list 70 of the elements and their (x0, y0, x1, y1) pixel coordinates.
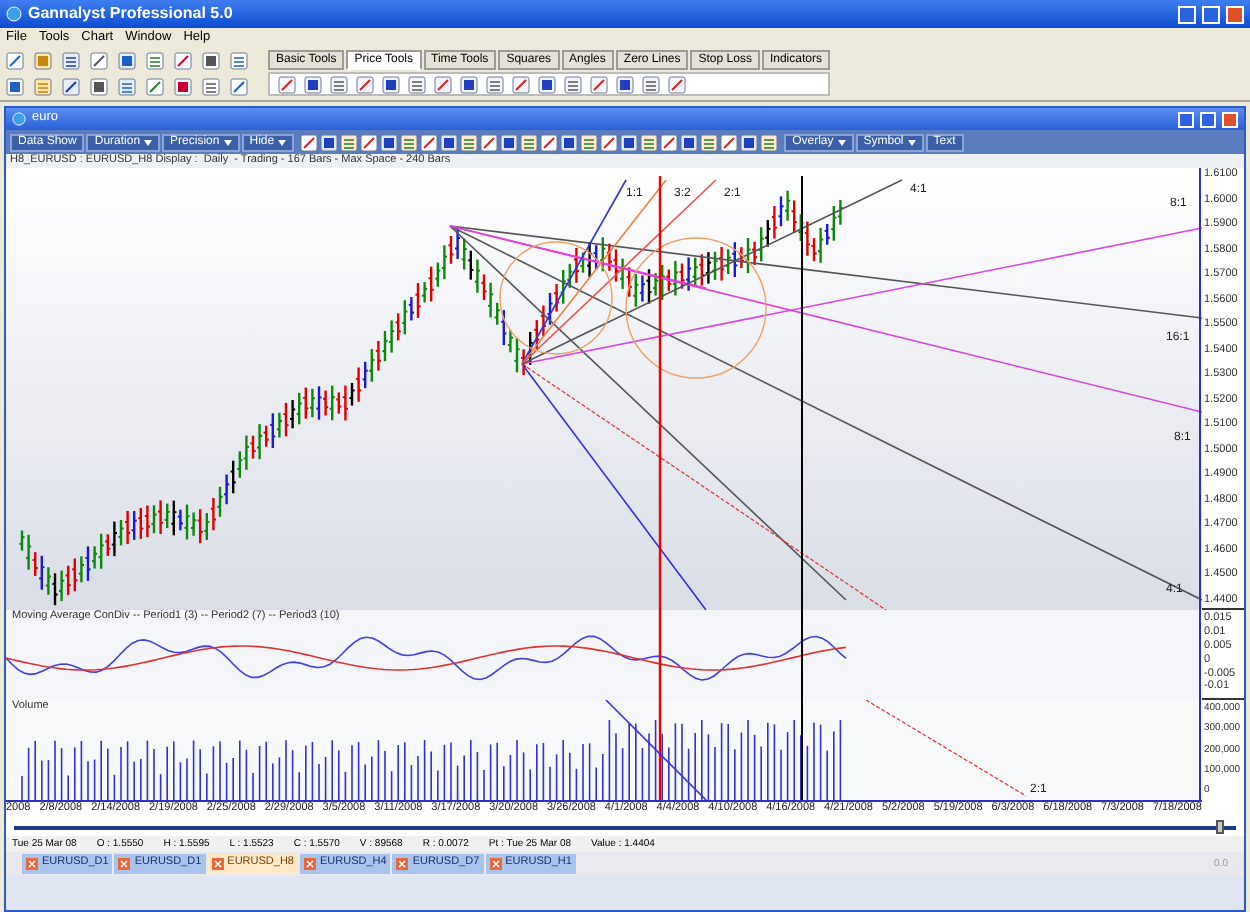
tool-icon[interactable] (408, 75, 426, 93)
close-icon (303, 858, 316, 870)
caret-icon (223, 139, 232, 145)
tool-icon[interactable] (174, 52, 192, 70)
chart-scrollbar[interactable] (14, 818, 1236, 836)
close-button[interactable] (1226, 5, 1244, 23)
tool-icon[interactable] (700, 133, 719, 151)
tool-icon[interactable] (340, 133, 359, 151)
close-icon (489, 858, 502, 870)
tool-icon[interactable] (360, 133, 379, 151)
tool-icon[interactable] (434, 75, 452, 93)
tool-icon[interactable] (440, 133, 459, 151)
tool-icon[interactable] (660, 133, 679, 151)
minimize-button[interactable] (1178, 5, 1196, 23)
tool-icon[interactable] (420, 133, 439, 151)
tool-icon[interactable] (62, 78, 80, 96)
caret-icon (907, 139, 916, 145)
tool-icon[interactable] (304, 75, 322, 93)
tool-icon[interactable] (500, 133, 519, 151)
close-icon (211, 858, 224, 870)
tool-icon[interactable] (538, 75, 556, 93)
close-icon (118, 858, 131, 870)
minimize-button[interactable] (1178, 111, 1194, 127)
tool-icon[interactable] (320, 133, 339, 151)
tool-icon[interactable] (668, 75, 686, 93)
window-title: Gannalyst Professional 5.0 (28, 6, 233, 22)
tool-icon[interactable] (6, 52, 24, 70)
tool-icon[interactable] (590, 75, 608, 93)
tool-icon[interactable] (330, 75, 348, 93)
restore-button[interactable] (1202, 5, 1220, 23)
tool-icon[interactable] (480, 133, 499, 151)
tool-icon[interactable] (760, 133, 779, 151)
tool-icon[interactable] (620, 133, 639, 151)
tool-icon[interactable] (564, 75, 582, 93)
tool-icon[interactable] (382, 75, 400, 93)
tool-icon[interactable] (400, 133, 419, 151)
tool-icon[interactable] (278, 75, 296, 93)
tool-icon[interactable] (512, 75, 530, 93)
tool-icon[interactable] (486, 75, 504, 93)
tool-icon[interactable] (230, 78, 248, 96)
caret-icon (837, 139, 846, 145)
tool-icon[interactable] (640, 133, 659, 151)
caret-icon (144, 139, 153, 145)
tool-icon[interactable] (642, 75, 660, 93)
tool-icon[interactable] (202, 78, 220, 96)
tool-icon[interactable] (230, 52, 248, 70)
tool-icon[interactable] (460, 133, 479, 151)
caret-icon (278, 139, 287, 145)
tool-icon[interactable] (146, 78, 164, 96)
tool-icon[interactable] (740, 133, 759, 151)
tool-icon[interactable] (380, 133, 399, 151)
app-globe-icon (6, 6, 22, 22)
tool-icon[interactable] (540, 133, 559, 151)
tool-icon[interactable] (520, 133, 539, 151)
close-button[interactable] (1222, 111, 1238, 127)
tool-icon[interactable] (90, 52, 108, 70)
close-icon (26, 858, 38, 870)
tool-icon[interactable] (680, 133, 699, 151)
close-icon (396, 858, 409, 870)
tool-icon[interactable] (600, 133, 619, 151)
tool-icon[interactable] (460, 75, 478, 93)
tool-icon[interactable] (616, 75, 634, 93)
tool-icon[interactable] (720, 133, 739, 151)
restore-button[interactable] (1200, 111, 1216, 127)
tool-icon[interactable] (580, 133, 599, 151)
tool-icon[interactable] (62, 52, 80, 70)
tool-icon[interactable] (356, 75, 374, 93)
tool-icon[interactable] (560, 133, 579, 151)
tool-icon[interactable] (300, 133, 319, 151)
app-globe-icon (12, 112, 26, 126)
